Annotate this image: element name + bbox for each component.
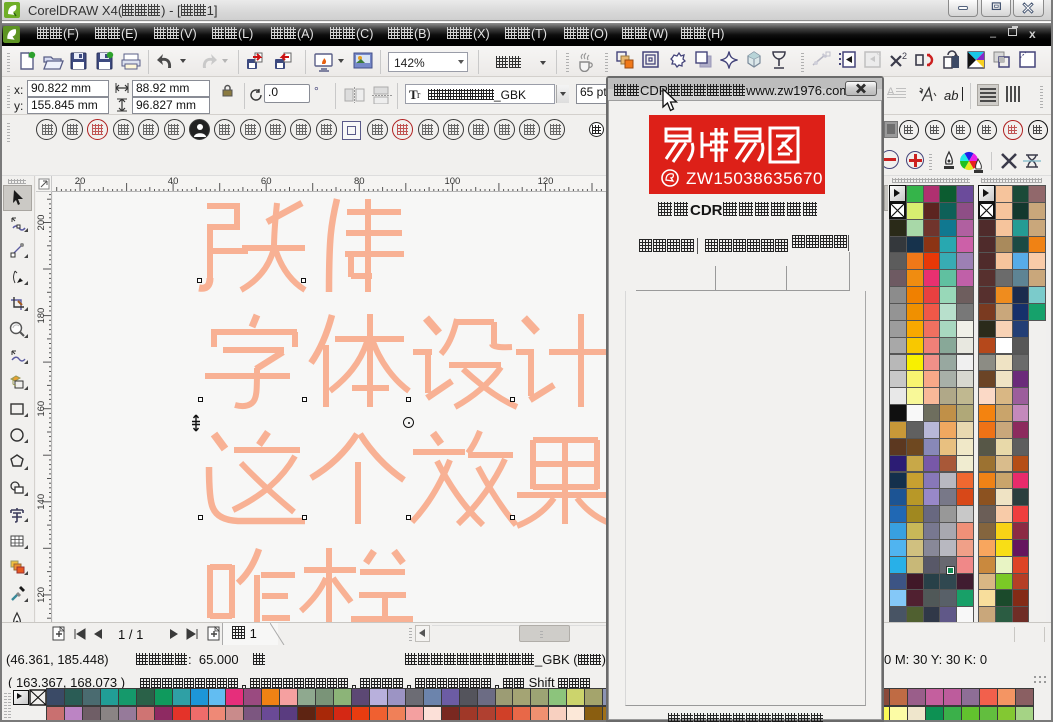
svg-text:80: 80 — [354, 176, 365, 187]
svg-text:100: 100 — [444, 176, 460, 187]
svg-text:2: 2 — [902, 51, 907, 61]
svg-text:40: 40 — [168, 176, 179, 187]
svg-text:60: 60 — [261, 176, 272, 187]
svg-text:20: 20 — [75, 176, 86, 187]
svg-text:120: 120 — [538, 176, 554, 187]
